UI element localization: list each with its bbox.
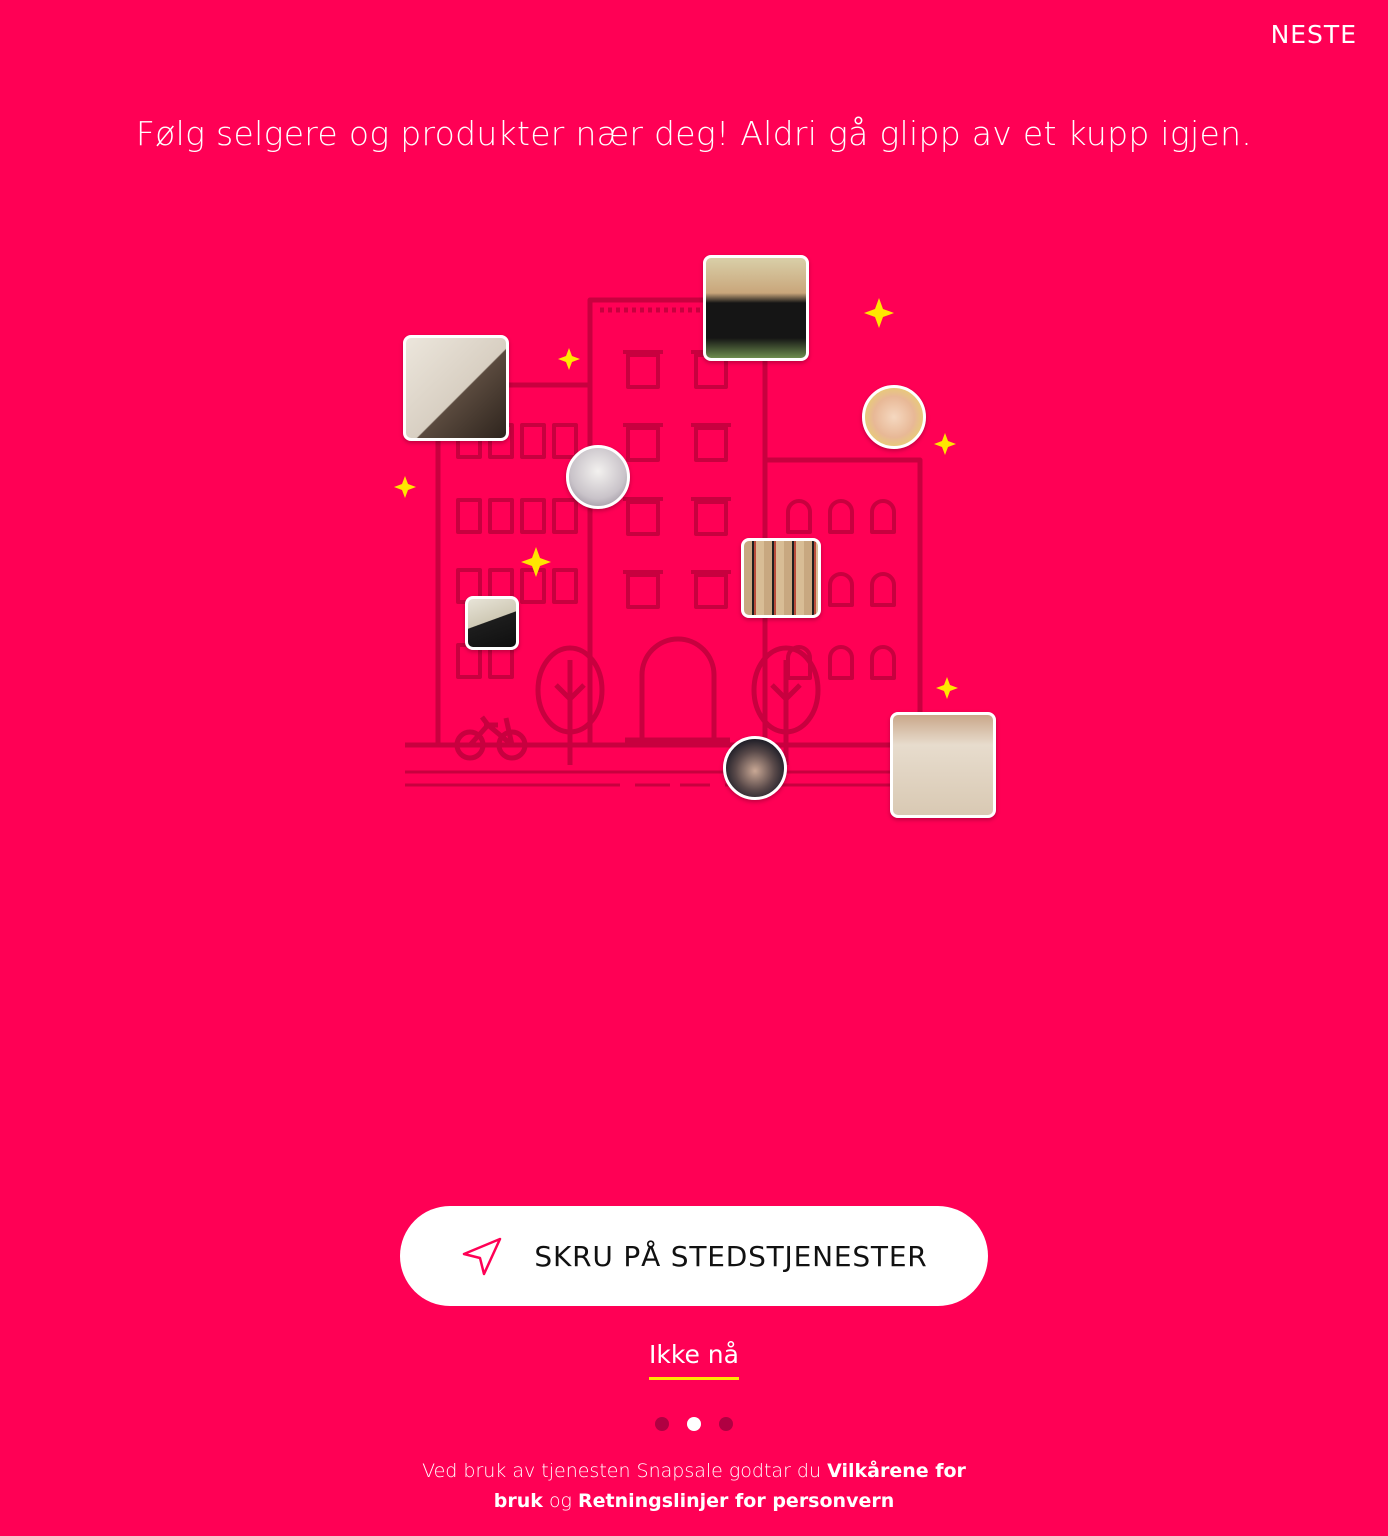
page-indicator xyxy=(0,1417,1388,1431)
seller-avatar xyxy=(862,385,926,449)
legal-prefix: Ved bruk av tjenesten Snapsale godtar du xyxy=(422,1460,822,1482)
product-photo-backpack xyxy=(403,335,509,441)
location-arrow-icon xyxy=(463,1237,502,1276)
enable-location-label: SKRU PÅ STEDSTJENESTER xyxy=(534,1239,928,1273)
privacy-link[interactable]: Retningslinjer for personvern xyxy=(578,1490,894,1512)
next-button[interactable]: NESTE xyxy=(1271,20,1357,49)
page-dot-active[interactable] xyxy=(687,1417,701,1431)
product-photo-scarf xyxy=(741,538,821,618)
onboarding-headline: Følg selgere og produkter nær deg! Aldri… xyxy=(135,114,1253,153)
legal-text: Ved bruk av tjenesten Snapsale godtar du… xyxy=(400,1456,988,1516)
city-illustration xyxy=(380,240,1020,840)
page-dot[interactable] xyxy=(719,1417,733,1431)
product-photo-black-skirt xyxy=(703,255,809,361)
seller-avatar xyxy=(723,736,787,800)
seller-avatar xyxy=(566,445,630,509)
enable-location-button[interactable]: SKRU PÅ STEDSTJENESTER xyxy=(400,1206,988,1306)
page-dot[interactable] xyxy=(655,1417,669,1431)
not-now-link[interactable]: Ikke nå xyxy=(649,1340,739,1380)
product-photo-handbag xyxy=(890,712,996,818)
legal-conjunction: og xyxy=(548,1490,572,1512)
product-photo-laptop xyxy=(465,596,519,650)
